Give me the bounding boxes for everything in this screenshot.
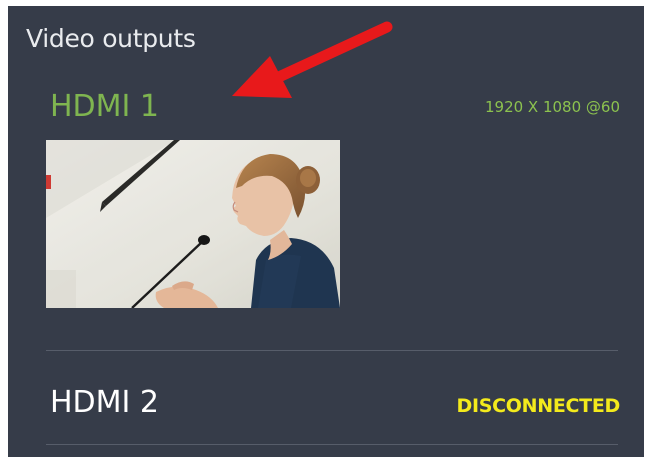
page: Video outputs HDMI 1 1920 X 1080 @60 HDM… <box>0 0 652 463</box>
divider <box>46 444 618 445</box>
output-disconnected-status: DISCONNECTED <box>456 395 621 417</box>
output-name: HDMI 2 <box>50 385 160 420</box>
output-row-hdmi-1[interactable]: HDMI 1 1920 X 1080 @60 <box>8 88 644 128</box>
output-resolution-status: 1920 X 1080 @60 <box>484 98 620 116</box>
output-row-hdmi-2[interactable]: HDMI 2 DISCONNECTED <box>8 380 644 428</box>
output-name: HDMI 1 <box>50 89 160 124</box>
video-preview-thumbnail <box>46 140 340 308</box>
panel-title: Video outputs <box>26 24 196 53</box>
video-outputs-panel: Video outputs HDMI 1 1920 X 1080 @60 HDM… <box>8 6 644 457</box>
divider <box>46 350 618 351</box>
